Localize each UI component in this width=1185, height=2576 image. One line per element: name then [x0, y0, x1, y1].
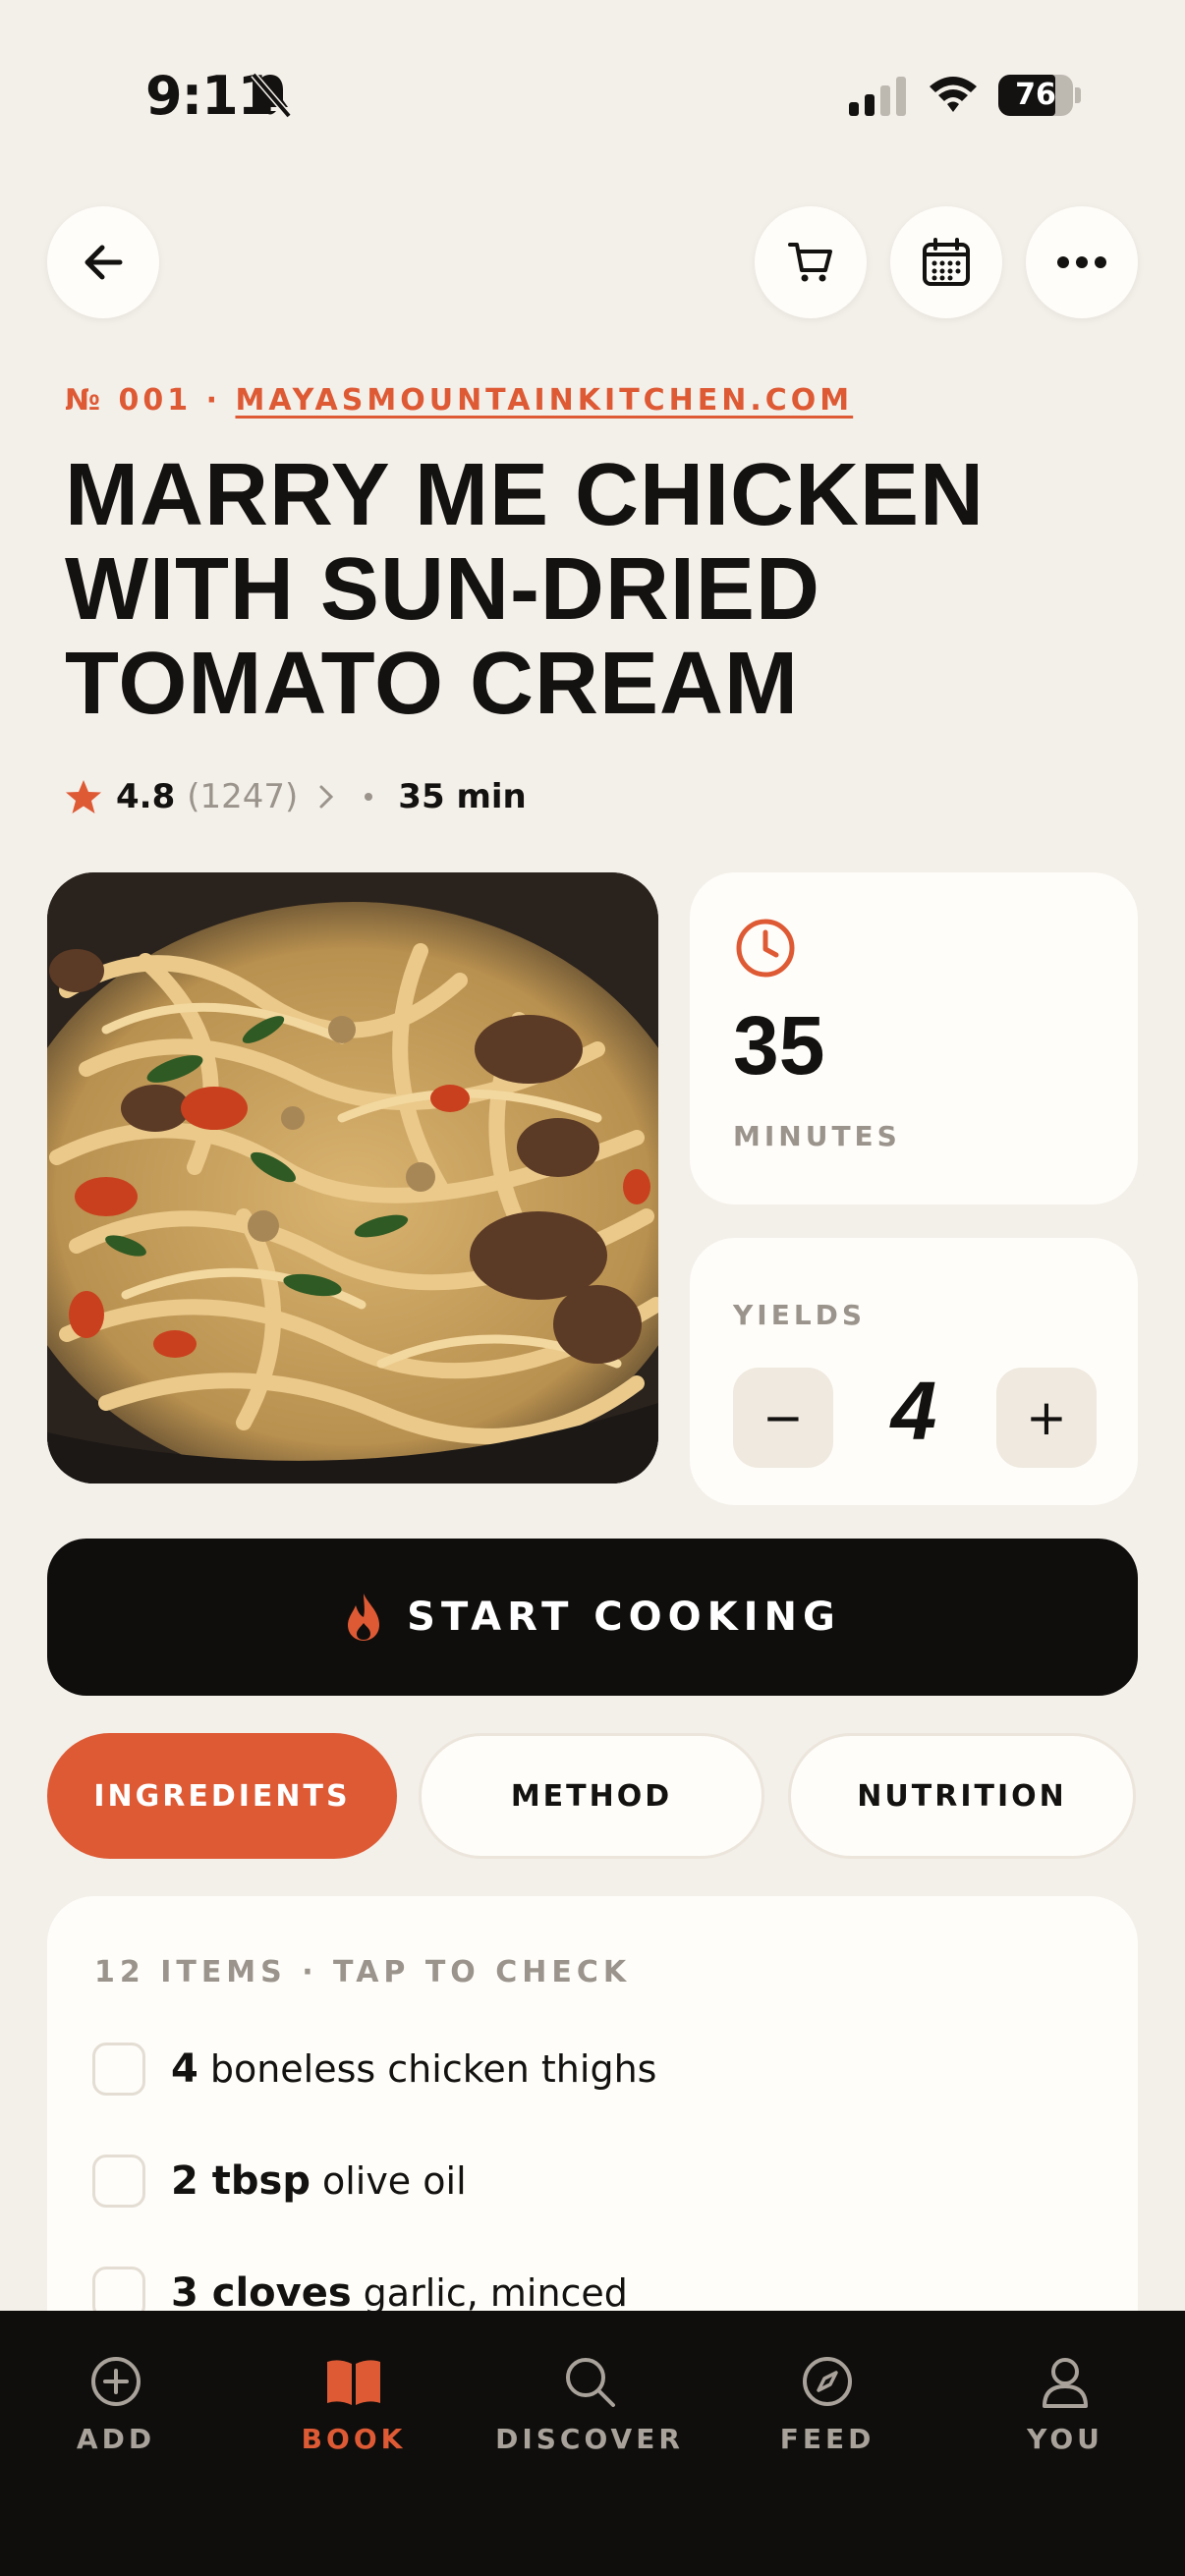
- ingredients-header: 12 ITEMS · TAP TO CHECK: [94, 1955, 632, 1989]
- nav-add-label: ADD: [76, 2423, 156, 2455]
- cellular-signal-icon: [849, 77, 906, 116]
- nav-book-label: BOOK: [301, 2423, 407, 2455]
- ingredient-qty: 3 cloves: [171, 2270, 352, 2316]
- battery-indicator: 76: [998, 75, 1081, 116]
- nav-you-label: YOU: [1027, 2423, 1103, 2455]
- wifi-icon: [930, 77, 977, 112]
- decrease-yield-button[interactable]: −: [733, 1368, 833, 1468]
- ingredient-name: garlic, minced: [363, 2271, 628, 2315]
- yields-value: 4: [890, 1365, 937, 1457]
- cook-time-value: 35: [733, 999, 825, 1092]
- ingredient-checkbox[interactable]: [92, 2155, 145, 2208]
- recipe-number: № 001 ·: [65, 383, 222, 418]
- nav-add[interactable]: ADD: [18, 2354, 214, 2455]
- bottom-nav: ADD BOOK DISCOVER FEED YOU: [0, 2311, 1185, 2576]
- cart-button[interactable]: [755, 206, 867, 318]
- bell-muted-icon: [251, 72, 292, 119]
- increase-yield-button[interactable]: +: [996, 1368, 1097, 1468]
- recipe-photo: [47, 872, 658, 1484]
- separator-dot: [365, 793, 373, 801]
- clock-icon: [736, 919, 795, 978]
- nav-discover[interactable]: DISCOVER: [491, 2354, 688, 2455]
- arrow-left-icon: [85, 245, 123, 280]
- yields-label: YIELDS: [733, 1299, 867, 1331]
- ellipsis-icon: [1057, 256, 1106, 268]
- back-button[interactable]: [47, 206, 159, 318]
- nav-book[interactable]: BOOK: [255, 2354, 452, 2455]
- ingredient-qty: 4: [171, 2046, 198, 2092]
- rating-value: 4.8: [116, 777, 176, 816]
- ingredient-item[interactable]: 2 tbsp olive oil: [92, 2152, 467, 2211]
- review-count[interactable]: (1247): [187, 777, 298, 816]
- source-link[interactable]: MAYASMOUNTAINKITCHEN.COM: [235, 383, 853, 418]
- ingredient-name: boneless chicken thighs: [209, 2047, 657, 2091]
- calendar-button[interactable]: [890, 206, 1002, 318]
- nav-feed-label: FEED: [779, 2423, 875, 2455]
- calendar-icon: [923, 238, 970, 286]
- recipe-source-line: № 001 · MAYASMOUNTAINKITCHEN.COM: [65, 383, 853, 418]
- compass-icon: [803, 2357, 852, 2406]
- ingredient-qty: 2 tbsp: [171, 2158, 310, 2204]
- ingredient-item[interactable]: 4 boneless chicken thighs: [92, 2040, 656, 2099]
- battery-level: 76: [1015, 78, 1056, 112]
- book-icon: [327, 2360, 380, 2405]
- nav-feed[interactable]: FEED: [729, 2354, 926, 2455]
- user-icon: [1043, 2358, 1088, 2408]
- cook-time-unit: MINUTES: [733, 1120, 901, 1152]
- nav-discover-label: DISCOVER: [495, 2423, 684, 2455]
- cart-icon: [788, 243, 832, 282]
- more-options-button[interactable]: [1026, 206, 1138, 318]
- star-icon: [66, 780, 101, 813]
- search-icon: [566, 2358, 615, 2407]
- recipe-meta: 4.8 (1247) 35 min: [65, 772, 527, 821]
- tab-nutrition[interactable]: NUTRITION: [788, 1733, 1136, 1859]
- nav-you[interactable]: YOU: [967, 2354, 1163, 2455]
- start-cooking-button[interactable]: START COOKING: [47, 1539, 1138, 1696]
- ingredient-name: olive oil: [321, 2159, 467, 2203]
- total-time: 35 min: [398, 777, 527, 816]
- plus-circle-icon: [91, 2357, 141, 2406]
- ingredient-checkbox[interactable]: [92, 2043, 145, 2096]
- tab-ingredients[interactable]: INGREDIENTS: [47, 1733, 397, 1859]
- yields-card: YIELDS − 4 +: [690, 1238, 1138, 1505]
- recipe-title: MARRY ME CHICKEN WITH SUN-DRIED TOMATO C…: [65, 446, 986, 733]
- flame-icon: [348, 1594, 380, 1641]
- tab-method[interactable]: METHOD: [419, 1733, 764, 1859]
- cook-time-card: 35 MINUTES: [690, 872, 1138, 1204]
- chevron-right-icon[interactable]: [317, 783, 335, 811]
- start-cooking-label: START COOKING: [407, 1595, 841, 1640]
